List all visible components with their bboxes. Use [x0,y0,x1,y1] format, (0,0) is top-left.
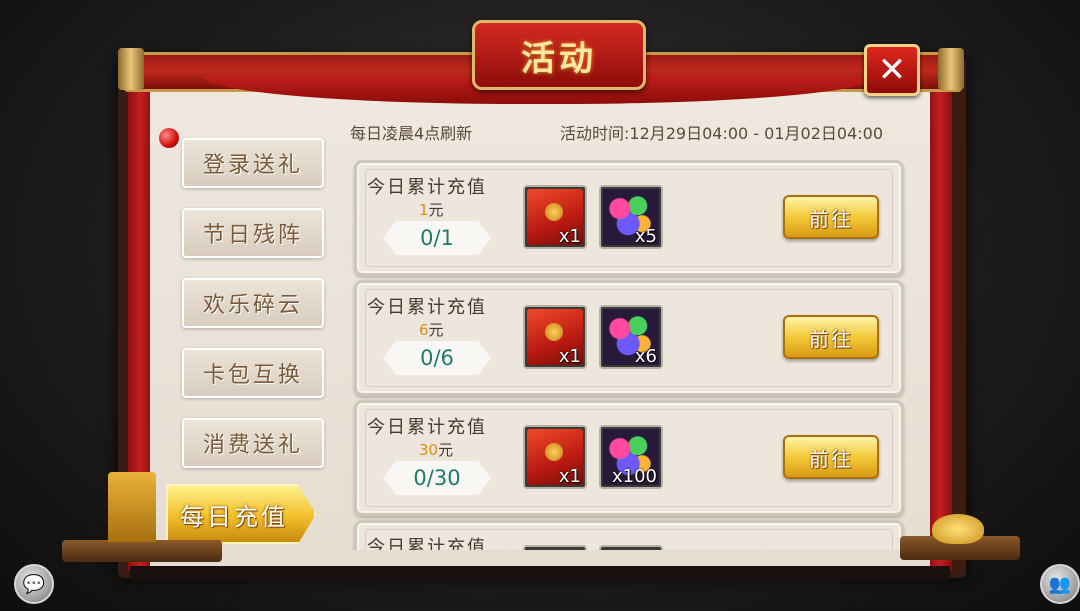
amount-unit: 元 [428,321,444,339]
reward-title: 今日累计充值 [367,417,487,438]
tab-daily-recharge[interactable]: 每日充值 [166,484,316,544]
gift-box-icon [108,472,156,542]
title-banner: 活动 [472,20,646,90]
refresh-note: 每日凌晨4点刷新 [350,124,473,143]
chat-icon: 💬 [22,573,46,595]
go-button-label: 前往 [809,446,853,471]
amount-value: 1 [419,201,429,219]
go-button[interactable]: 前往 [783,435,879,479]
tab-login-gift[interactable]: 登录送礼 [182,138,324,188]
item-count: x1 [558,346,581,367]
progress-badge: 0/1 [383,221,491,255]
reward-item-slot[interactable]: x1 [523,425,587,489]
progress-badge: 0/6 [383,341,491,375]
progress-text: 0/6 [420,346,454,370]
progress-text: 0/30 [413,466,461,490]
reward-item-slot[interactable]: x1 [523,305,587,369]
friends-icon: 👥 [1048,573,1072,595]
reward-item-slot[interactable] [523,545,587,550]
rod-cap-right [938,48,964,90]
red-pin-icon [159,128,179,148]
reward-amount: 30元 [419,439,453,460]
go-button-label: 前往 [809,206,853,231]
reward-card: 今日累计充值 6元 0/6 x1 x6 前往 [354,280,904,396]
tab-label: 欢乐碎云 [202,293,303,318]
reward-card: 今日累计充值 1元 0/1 x1 x5 前往 [354,160,904,276]
close-button[interactable]: ✕ [864,44,920,96]
reward-card: 今日累计充值 [354,520,904,550]
item-count: x1 [558,226,581,247]
amount-value: 30 [419,441,439,459]
reward-title: 今日累计充值 [367,297,487,318]
ledge-left [62,540,222,562]
close-icon: ✕ [877,50,907,90]
tab-spend-gift[interactable]: 消费送礼 [182,418,324,468]
tab-label: 登录送礼 [202,153,303,178]
item-count: x100 [611,466,657,487]
amount-unit: 元 [438,441,454,459]
amount-value: 6 [419,321,429,339]
reward-item-slot[interactable]: x1 [523,185,587,249]
amount-unit: 元 [428,201,444,219]
reward-item-slot[interactable]: x6 [599,305,663,369]
go-button[interactable]: 前往 [783,315,879,359]
go-button-label: 前往 [809,326,853,351]
tab-happy-cloud[interactable]: 欢乐碎云 [182,278,324,328]
reward-title: 今日累计充值 [367,537,487,550]
tab-festival[interactable]: 节日残阵 [182,208,324,258]
activity-time: 活动时间:12月29日04:00 - 01月02日04:00 [560,124,883,143]
reward-item-slot[interactable]: x5 [599,185,663,249]
tab-card-exchange[interactable]: 卡包互换 [182,348,324,398]
frame-right-border [928,84,952,570]
item-count: x6 [634,346,657,367]
reward-title: 今日累计充值 [367,177,487,198]
rod-cap-left [118,48,144,90]
floor-shadow [130,566,950,580]
go-button[interactable]: 前往 [783,195,879,239]
reward-item-slot[interactable] [599,545,663,550]
gold-ingot-icon [932,514,984,544]
progress-text: 0/1 [420,226,454,250]
reward-list[interactable]: 今日累计充值 1元 0/1 x1 x5 前往 今日累计充值 6元 0/6 x1 [336,148,914,550]
reward-item-slot[interactable]: x100 [599,425,663,489]
chat-button[interactable]: 💬 [14,564,54,604]
reward-card: 今日累计充值 30元 0/30 x1 x100 前往 [354,400,904,516]
tab-label: 消费送礼 [202,433,303,458]
progress-badge: 0/30 [383,461,491,495]
tab-label: 节日残阵 [202,223,303,248]
friends-button[interactable]: 👥 [1040,564,1080,604]
tab-label: 每日充值 [180,502,288,531]
reward-amount: 1元 [419,199,444,220]
page-title: 活动 [521,38,597,79]
item-count: x1 [558,466,581,487]
tab-label: 卡包互换 [202,363,303,388]
item-count: x5 [634,226,657,247]
reward-amount: 6元 [419,319,444,340]
